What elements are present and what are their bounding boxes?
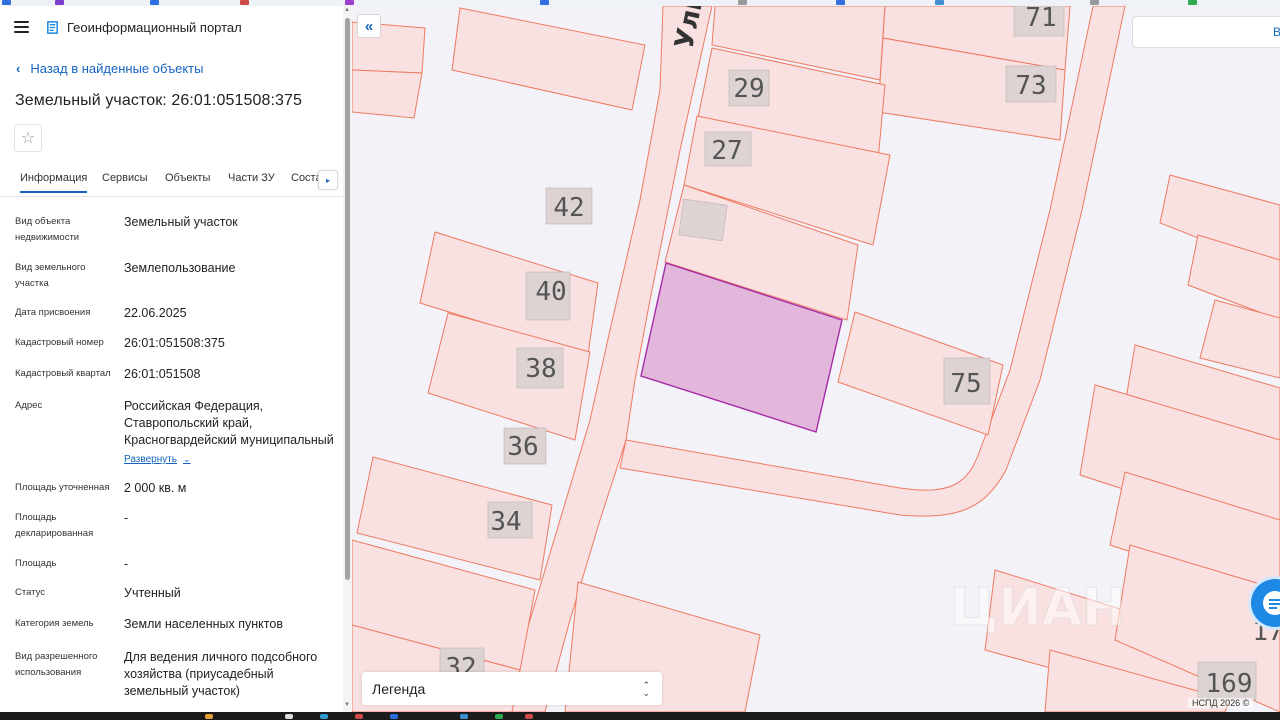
tab-services[interactable]: Сервисы xyxy=(102,172,148,184)
property-value: Земли населенных пунктов xyxy=(124,617,283,631)
tab-land-parts[interactable]: Части ЗУ xyxy=(228,172,275,184)
tabs-scroll-right-icon[interactable]: ▸ xyxy=(318,170,338,190)
back-link[interactable]: ‹ Назад в найденные объекты xyxy=(16,61,203,76)
scroll-up-icon[interactable]: ▲ xyxy=(344,7,350,13)
chat-icon xyxy=(1263,591,1280,615)
property-label: Адрес xyxy=(15,400,43,411)
collapse-panel-icon[interactable]: « xyxy=(357,14,381,38)
property-value: Земельный участок xyxy=(124,215,238,229)
property-label: Вид объекта недвижимости xyxy=(15,216,80,243)
building xyxy=(678,198,728,242)
back-link-label: Назад в найденные объекты xyxy=(30,61,204,76)
house-number: 27 xyxy=(711,136,742,166)
menu-icon[interactable] xyxy=(14,21,29,33)
map-view[interactable]: 71 29 73 27 42 40 38 75 36 34 32 169 17 … xyxy=(352,6,1280,712)
property-value: 26:01:051508 xyxy=(124,367,201,381)
panel-header: Геоинформационный портал xyxy=(14,17,242,37)
chevron-left-icon: ‹ xyxy=(16,61,21,76)
property-label: Кадастровый квартал xyxy=(15,368,111,379)
tab-objects[interactable]: Объекты xyxy=(165,172,210,184)
map-search-input[interactable]: Ве xyxy=(1132,16,1280,48)
address-text: Российская Федерация, Ставропольский кра… xyxy=(124,399,334,447)
property-label: Площадь декларированная xyxy=(15,512,94,539)
map-search-text: Ве xyxy=(1273,25,1280,39)
map-canvas[interactable]: 71 29 73 27 42 40 38 75 36 34 32 169 17 … xyxy=(352,6,1280,712)
portal-logo-icon xyxy=(47,20,58,34)
house-number: 73 xyxy=(1015,71,1046,101)
property-label: Кадастровый номер xyxy=(15,337,104,348)
property-label: Вид земельного участка xyxy=(15,262,86,289)
property-value: Учтенный xyxy=(124,586,181,600)
expand-label: Развернуть xyxy=(124,454,178,465)
house-number: 42 xyxy=(553,193,584,223)
house-number: 36 xyxy=(507,432,538,462)
house-number: 38 xyxy=(525,354,556,384)
house-number: 29 xyxy=(733,74,764,104)
expand-address-link[interactable]: Развернуть ⌄ xyxy=(124,451,191,468)
property-value: 2 000 кв. м xyxy=(124,481,187,495)
property-value: 22.06.2025 xyxy=(124,306,187,320)
property-label: Площадь xyxy=(15,558,57,569)
property-value-address: Российская Федерация, Ставропольский кра… xyxy=(124,398,336,468)
property-label: Вид разрешенного использования xyxy=(15,651,98,678)
tab-composition[interactable]: Соста xyxy=(291,172,322,184)
house-number: 75 xyxy=(950,369,981,399)
scroll-down-icon[interactable]: ▼ xyxy=(344,702,350,708)
property-label: Статус xyxy=(15,587,46,598)
house-number: 40 xyxy=(535,277,566,307)
tab-information[interactable]: Информация xyxy=(20,172,88,193)
parcel xyxy=(451,7,646,111)
legend-label: Легенда xyxy=(372,680,426,697)
chevron-down-icon: ⌄ xyxy=(183,454,191,464)
property-value: - xyxy=(124,557,129,571)
property-label: Площадь уточненная xyxy=(15,482,110,493)
watermark-text: ЦИАН xyxy=(950,578,1126,638)
unfold-icon: ⌃ ⌄ xyxy=(642,679,650,698)
property-label: Категория земель xyxy=(15,618,94,629)
property-value: Землепользование xyxy=(124,261,236,275)
parcel xyxy=(352,69,423,119)
property-value: - xyxy=(124,511,129,525)
property-value: 26:01:051508:375 xyxy=(124,336,225,350)
portal-name: Геоинформационный портал xyxy=(67,19,242,35)
page-title: Земельный участок: 26:01:051508:375 xyxy=(15,92,303,109)
property-label: Дата присвоения xyxy=(15,307,91,318)
tab-bar: Информация Сервисы Объекты Части ЗУ Сост… xyxy=(0,166,343,197)
house-number: 71 xyxy=(1025,6,1056,33)
panel-scrollbar-thumb[interactable] xyxy=(345,18,350,580)
info-panel: Геоинформационный портал ‹ Назад в найде… xyxy=(0,6,352,712)
taskbar xyxy=(0,712,1280,720)
property-value: Для ведения личного подсобного хозяйства… xyxy=(124,650,318,698)
favorite-star-icon[interactable]: ☆ xyxy=(14,124,42,152)
house-number: 34 xyxy=(490,507,521,537)
legend-select[interactable]: Легенда ⌃ ⌄ xyxy=(362,672,662,705)
map-attribution: НСПД 2026 © xyxy=(1188,698,1254,708)
house-number: 169 xyxy=(1206,669,1253,699)
